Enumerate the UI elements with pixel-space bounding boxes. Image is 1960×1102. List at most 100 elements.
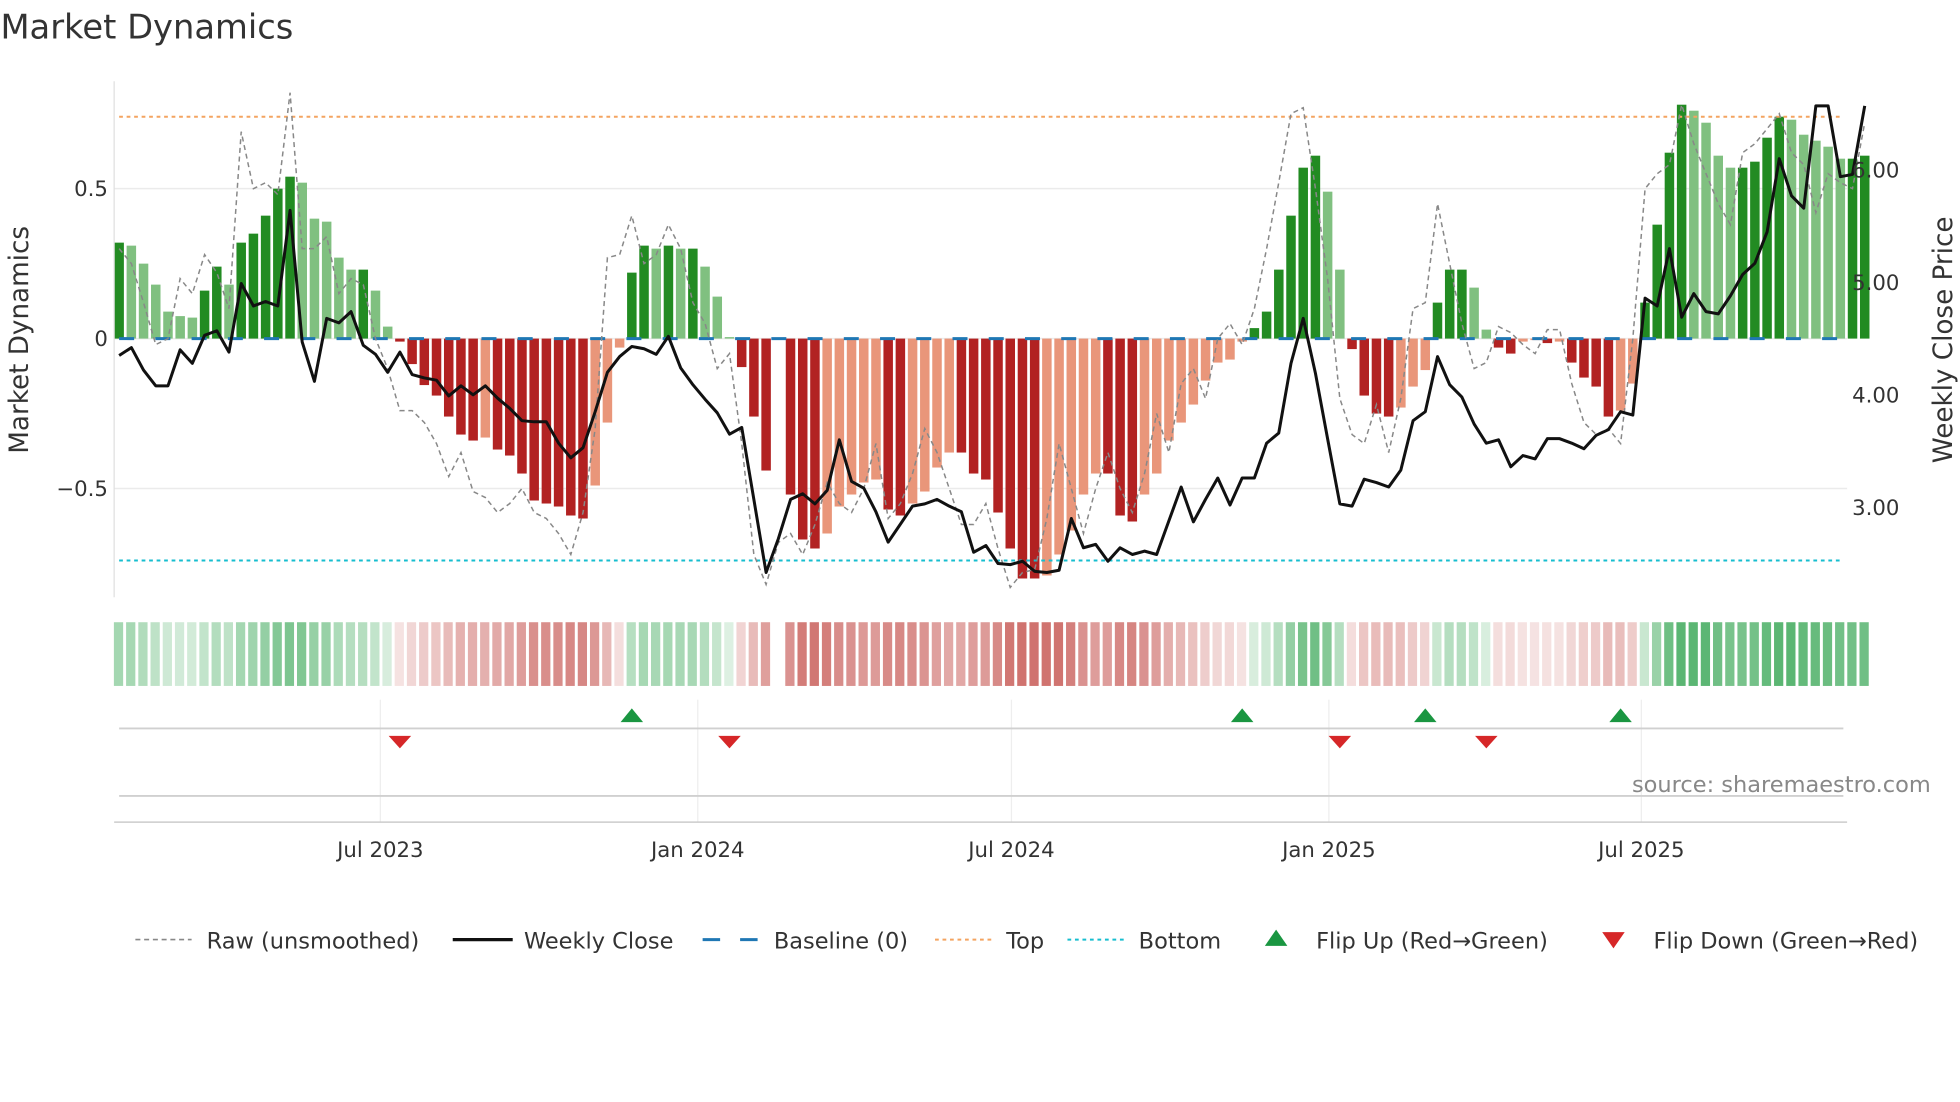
strip-cell [724,622,734,686]
strip-cell [614,622,624,686]
strip-cell [1700,622,1711,686]
strip-cell [638,622,649,686]
strip-cell [577,622,588,686]
strip-cell [1285,622,1296,686]
strip-cell [309,622,319,686]
strip-cell [1590,622,1601,686]
legend-label-flip_down: Flip Down (Green→Red) [1653,928,1918,954]
strip-cell [1554,622,1564,686]
strip-cell [1151,622,1161,686]
strip-cell [443,622,453,686]
strip-cell [541,622,551,686]
strip-cell [333,622,343,686]
dynamics-bar [651,248,661,339]
strip-cell [1627,622,1637,686]
strip-cell [1481,622,1491,686]
strip-cell [1005,622,1015,686]
dynamics-bar [370,290,381,339]
strip-cell [1688,622,1698,686]
dynamics-bar [151,284,161,339]
dynamics-bar [822,338,832,534]
chart-title: Market Dynamics [0,8,293,47]
strip-cell [602,622,612,686]
dynamics-bar [859,338,869,483]
strip-cell [1066,622,1076,686]
dynamics-bar [1127,338,1138,522]
dynamics-bar [1017,338,1028,579]
strip-cell [1383,622,1393,686]
flip-down-marker [1475,735,1498,749]
dynamics-bar [199,290,210,339]
strip-cell [296,622,307,686]
strip-cell [1664,622,1674,686]
legend-label-baseline: Baseline (0) [774,928,908,954]
dynamics-bar [736,338,747,368]
strip-cell [1651,622,1662,686]
dynamics-bar [382,326,393,339]
bars [114,104,1870,579]
strip-cell [968,622,978,686]
dynamics-bar [468,338,478,441]
source-label: source: sharemaestro.com [1632,772,1931,798]
strip-cell [1041,622,1051,686]
dynamics-bar [968,338,979,474]
strip-cell [431,622,441,686]
strip-cell [162,622,172,686]
strip-cell [345,622,356,686]
strip-cell [846,622,856,686]
strip-cell [211,622,221,686]
strip-cell [1261,622,1271,686]
strip-cell [1749,622,1759,686]
strip-cell [931,622,942,686]
strip-cell [834,622,844,686]
y2-tick-label: 4.00 [1852,383,1899,408]
strip-cell [1249,622,1259,686]
strip-cell [1139,622,1149,686]
dynamics-bar [578,338,588,519]
raw-line [118,92,1866,590]
strip-cell [553,622,563,686]
legend-label-flip_up: Flip Up (Red→Green) [1316,928,1548,954]
dynamics-bar [944,338,954,453]
dynamics-bar [907,338,918,504]
dynamics-bar [920,338,930,492]
strip-cell [1529,622,1540,686]
dynamics-bar [334,257,344,339]
dynamics-bar [1835,158,1846,339]
dynamics-bar [1420,338,1431,371]
dynamics-bar [663,245,674,339]
dynamics-bar [1579,338,1589,378]
dynamics-bar [114,242,124,339]
strip-cell [382,622,392,686]
strip-cell [1578,622,1588,686]
strip-cell [1444,622,1454,686]
legend: Raw (unsmoothed) Weekly Close Baseline (0)… [135,928,1918,954]
strip-cell [1542,622,1552,686]
strip-cell [126,622,136,686]
strip-cell [223,622,234,686]
strip-cell [467,622,478,686]
strip-cell [1212,622,1222,686]
strip-cell [858,622,868,686]
flip-up-marker [1230,708,1254,723]
dynamics-bar [346,269,356,339]
strip-cell [138,622,148,686]
strip-cell [1395,622,1405,686]
strip-cell [516,622,526,686]
strip-cell [1468,622,1479,686]
dynamics-bar [1335,269,1345,339]
legend-label-close: Weekly Close [524,928,673,954]
flip-down-marker [1328,735,1352,749]
strip-cell [1371,622,1381,686]
dynamics-bar [1261,311,1272,339]
dynamics-bar [1432,302,1443,339]
dynamics-bar [1652,224,1662,339]
strip-cell [565,622,575,686]
strip-cell [821,622,832,686]
flip-down-marker [718,735,741,749]
dynamics-bar [688,248,698,339]
strip-cell [1127,622,1137,686]
y2-axis-label: Weekly Close Price [1929,217,1959,464]
dynamics-bar [260,215,271,339]
strip-cell [797,622,807,686]
